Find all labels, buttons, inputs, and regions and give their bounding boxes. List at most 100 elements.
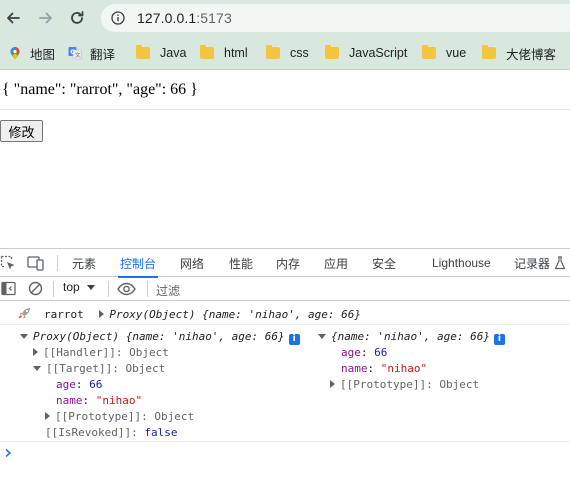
tab-performance[interactable]: 性能 bbox=[229, 249, 253, 277]
tab-memory[interactable]: 内存 bbox=[276, 249, 300, 277]
property-value: "nihao" bbox=[380, 362, 428, 375]
clear-console-icon[interactable] bbox=[28, 281, 43, 296]
collapse-triangle-icon[interactable] bbox=[318, 334, 326, 339]
flask-icon bbox=[554, 256, 566, 270]
inspect-element-icon[interactable] bbox=[0, 255, 16, 271]
bookmark-vue[interactable]: vue bbox=[422, 41, 466, 65]
svg-text:文: 文 bbox=[75, 51, 81, 59]
bookmark-label: 地图 bbox=[30, 47, 56, 62]
bookmarks-bar: 地图 G文 翻译 Java html css JavaScript vue 大佬… bbox=[0, 36, 570, 70]
bookmark-css[interactable]: css bbox=[266, 41, 309, 65]
proxy-preview: {name: 'nihao', age: 66} bbox=[125, 330, 285, 343]
info-icon[interactable]: i bbox=[288, 334, 300, 345]
bookmark-javascript[interactable]: JavaScript bbox=[325, 41, 407, 65]
tab-network[interactable]: 网络 bbox=[180, 249, 204, 277]
translate-icon: G文 bbox=[68, 47, 82, 60]
modify-button[interactable]: 修改 bbox=[0, 120, 43, 142]
filter-input[interactable]: 过滤 bbox=[156, 282, 180, 299]
folder-icon bbox=[136, 45, 150, 59]
proxy-type: Proxy(Object) bbox=[33, 330, 120, 343]
console-log-line: rarrot Proxy(Object) {name: 'nihao', age… bbox=[44, 307, 361, 322]
url-port: :5173 bbox=[196, 10, 232, 26]
reload-icon[interactable] bbox=[66, 7, 88, 29]
bookmark-java[interactable]: Java bbox=[136, 41, 186, 65]
expand-triangle-icon[interactable] bbox=[330, 380, 335, 388]
folder-icon bbox=[266, 45, 280, 59]
url-host: 127.0.0.1 bbox=[137, 10, 197, 26]
property-key: name bbox=[341, 362, 368, 375]
tab-security[interactable]: 安全 bbox=[372, 249, 396, 277]
bookmark-html[interactable]: html bbox=[200, 41, 248, 65]
property-value: false bbox=[144, 426, 178, 439]
devtools-tab-bar: 元素 控制台 网络 性能 内存 应用 安全 Lighthouse 记录器 bbox=[0, 249, 570, 278]
target-row[interactable]: [[Target]]: Object bbox=[33, 361, 165, 376]
folder-icon bbox=[422, 45, 436, 59]
proxy-preview: {name: 'nihao', age: 66} bbox=[202, 308, 362, 321]
bookmark-maps[interactable]: 地图 bbox=[8, 41, 55, 65]
maps-pin-icon bbox=[10, 47, 20, 59]
prototype-row[interactable]: [[Prototype]]: Object bbox=[45, 409, 194, 424]
browser-toolbar: 127.0.0.1:5173 bbox=[0, 0, 570, 36]
message-separator bbox=[0, 324, 570, 325]
tab-console[interactable]: 控制台 bbox=[117, 249, 159, 278]
prototype-row[interactable]: [[Prototype]]: Object bbox=[330, 377, 479, 392]
proxy-object-header[interactable]: Proxy(Object) {name: 'nihao', age: 66} i bbox=[20, 329, 300, 345]
address-bar[interactable]: 127.0.0.1:5173 bbox=[101, 4, 570, 32]
property-key: age bbox=[341, 346, 361, 359]
prototype-label: [[Prototype]]: Object bbox=[55, 410, 195, 423]
rocket-icon bbox=[18, 308, 30, 319]
proxy-type[interactable]: Proxy(Object) bbox=[109, 308, 195, 321]
expand-triangle-icon[interactable] bbox=[33, 348, 38, 356]
toolbar-separator bbox=[53, 281, 54, 297]
back-arrow-icon[interactable] bbox=[2, 7, 24, 29]
expand-triangle-icon[interactable] bbox=[99, 310, 105, 318]
collapse-triangle-icon[interactable] bbox=[20, 334, 28, 339]
tab-lighthouse[interactable]: Lighthouse bbox=[432, 249, 491, 277]
device-toolbar-icon[interactable] bbox=[27, 255, 45, 271]
message-separator bbox=[0, 441, 570, 442]
property-key: name bbox=[56, 394, 83, 407]
object-header[interactable]: {name: 'nihao', age: 66} i bbox=[318, 329, 505, 345]
handler-row[interactable]: [[Handler]]: Object bbox=[33, 345, 169, 360]
sidebar-toggle-icon[interactable] bbox=[1, 281, 16, 296]
bookmark-label: html bbox=[224, 46, 248, 60]
forward-arrow-icon[interactable] bbox=[35, 7, 57, 29]
tab-application[interactable]: 应用 bbox=[324, 249, 348, 277]
bookmark-blogs[interactable]: 大佬博客 bbox=[482, 41, 556, 65]
site-info-icon[interactable] bbox=[111, 11, 125, 25]
json-output: { "name": "rarrot", "age": 66 } bbox=[2, 81, 198, 98]
bookmark-label: css bbox=[290, 46, 309, 60]
tab-elements[interactable]: 元素 bbox=[72, 249, 96, 277]
info-icon[interactable]: i bbox=[493, 334, 505, 345]
collapse-triangle-icon[interactable] bbox=[33, 366, 41, 371]
expand-triangle-icon[interactable] bbox=[45, 412, 50, 420]
property-key: [[IsRevoked]] bbox=[45, 426, 132, 439]
devtools-panel: 元素 控制台 网络 性能 内存 应用 安全 Lighthouse 记录器 top… bbox=[0, 248, 570, 485]
bookmark-label: vue bbox=[446, 46, 467, 60]
toolbar-separator bbox=[108, 281, 109, 297]
property-value: 66 bbox=[89, 378, 103, 391]
property-name: name: "nihao" bbox=[56, 394, 143, 407]
eye-icon[interactable] bbox=[117, 282, 136, 296]
tab-recorder[interactable]: 记录器 bbox=[514, 249, 550, 277]
folder-icon bbox=[482, 45, 496, 59]
folder-icon bbox=[325, 45, 339, 59]
property-age: age: 66 bbox=[56, 378, 103, 391]
property-value: "nihao" bbox=[95, 394, 143, 407]
property-age: age: 66 bbox=[341, 346, 388, 359]
folder-icon bbox=[200, 45, 214, 59]
log-label: rarrot bbox=[44, 308, 84, 321]
prototype-label: [[Prototype]]: Object bbox=[340, 378, 480, 391]
property-name: name: "nihao" bbox=[341, 362, 428, 375]
context-selector[interactable]: top bbox=[63, 280, 95, 294]
bookmark-label: 翻译 bbox=[90, 47, 116, 62]
url-text: 127.0.0.1:5173 bbox=[137, 10, 232, 26]
divider bbox=[0, 109, 570, 110]
bookmark-translate[interactable]: G文 翻译 bbox=[68, 41, 115, 65]
object-preview: {name: 'nihao', age: 66} bbox=[331, 330, 490, 343]
prompt-chevron-icon[interactable] bbox=[4, 448, 12, 458]
bookmark-label: JavaScript bbox=[349, 46, 408, 60]
target-label: [[Target]]: Object bbox=[46, 362, 166, 375]
property-key: age bbox=[56, 378, 76, 391]
toolbar-separator bbox=[147, 281, 148, 297]
